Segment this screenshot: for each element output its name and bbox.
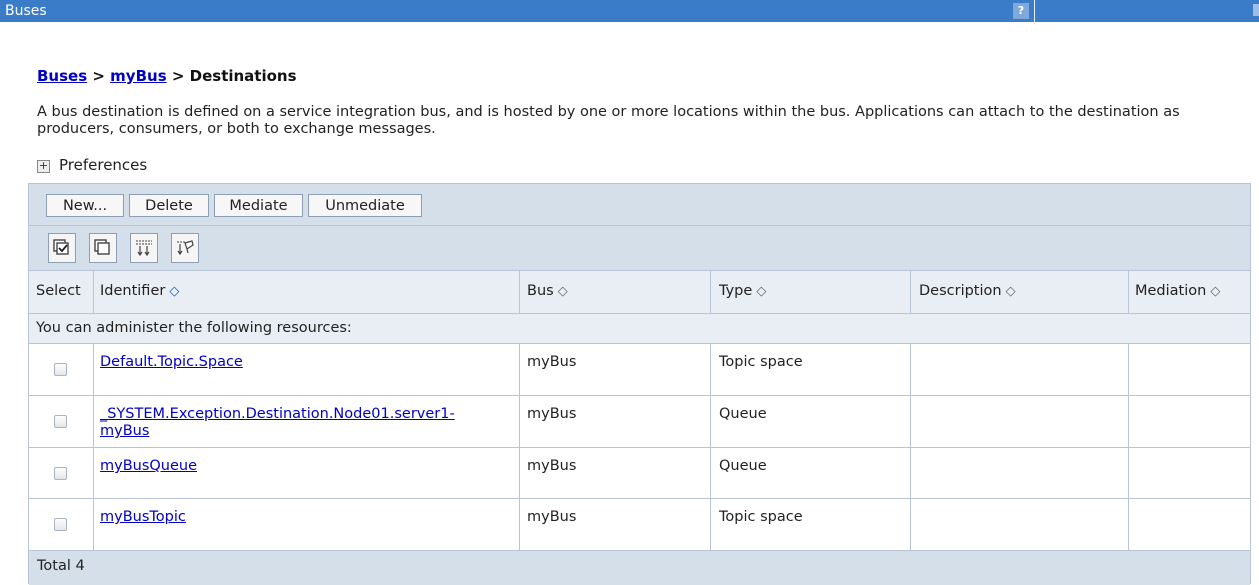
column-header-label[interactable]: Identifier bbox=[100, 283, 165, 299]
show-filter-icon[interactable] bbox=[130, 233, 158, 263]
deselect-all-icon[interactable] bbox=[89, 233, 117, 263]
column-header-identifier[interactable]: Identifier ◇ bbox=[100, 283, 179, 299]
column-divider bbox=[910, 271, 911, 314]
preferences-label[interactable]: Preferences bbox=[59, 156, 147, 174]
column-header-label[interactable]: Type bbox=[719, 283, 752, 299]
column-divider bbox=[1128, 344, 1129, 551]
window-title: Buses bbox=[5, 3, 47, 19]
table-row: _SYSTEM.Exception.Destination.Node01.ser… bbox=[29, 396, 1250, 448]
column-header-description[interactable]: Description ◇ bbox=[919, 283, 1016, 299]
row-checkbox[interactable] bbox=[54, 363, 67, 376]
sort-icon[interactable]: ◇ bbox=[1210, 284, 1220, 299]
column-header-label[interactable]: Description bbox=[919, 283, 1002, 299]
identifier-link[interactable]: _SYSTEM.Exception.Destination.Node01.ser… bbox=[100, 406, 455, 422]
window-title-bar: Buses ? bbox=[0, 0, 1259, 22]
type-cell: Topic space bbox=[719, 354, 803, 370]
column-divider bbox=[710, 344, 711, 551]
row-checkbox[interactable] bbox=[54, 518, 67, 531]
column-header-label[interactable]: Bus bbox=[527, 283, 554, 299]
column-divider bbox=[93, 344, 94, 551]
icon-toolbar bbox=[29, 226, 1250, 271]
breadcrumb-current: Destinations bbox=[189, 67, 297, 85]
bus-cell: myBus bbox=[527, 509, 577, 525]
destinations-panel: New... Delete Mediate Unmediate Select I… bbox=[28, 183, 1251, 585]
column-header-bus[interactable]: Bus ◇ bbox=[527, 283, 568, 299]
identifier-link[interactable]: Default.Topic.Space bbox=[100, 354, 243, 370]
bus-cell: myBus bbox=[527, 406, 577, 422]
admin-note: You can administer the following resourc… bbox=[36, 320, 352, 336]
table-row: Default.Topic.Space myBus Topic space bbox=[29, 344, 1250, 396]
bus-cell: myBus bbox=[527, 458, 577, 474]
row-checkbox[interactable] bbox=[54, 415, 67, 428]
button-toolbar: New... Delete Mediate Unmediate bbox=[29, 184, 1250, 226]
bus-cell: myBus bbox=[527, 354, 577, 370]
breadcrumb-separator: > bbox=[166, 67, 190, 85]
clear-filter-icon[interactable] bbox=[171, 233, 199, 263]
column-header-type[interactable]: Type ◇ bbox=[719, 283, 766, 299]
page-description: A bus destination is defined on a servic… bbox=[37, 104, 1180, 137]
breadcrumb-link-mybus[interactable]: myBus bbox=[110, 67, 166, 85]
mediate-button[interactable]: Mediate bbox=[214, 194, 303, 217]
total-count: Total 4 bbox=[37, 558, 85, 574]
row-checkbox[interactable] bbox=[54, 467, 67, 480]
column-divider bbox=[93, 271, 94, 314]
identifier-link[interactable]: myBusQueue bbox=[100, 458, 197, 474]
sort-icon[interactable]: ◇ bbox=[558, 284, 568, 299]
identifier-link-continued[interactable]: myBus bbox=[100, 423, 149, 439]
sort-icon[interactable]: ◇ bbox=[1006, 284, 1016, 299]
admin-note-row: You can administer the following resourc… bbox=[29, 314, 1250, 344]
table-footer: Total 4 bbox=[29, 551, 1250, 585]
select-all-icon[interactable] bbox=[48, 233, 76, 263]
sort-icon[interactable]: ◇ bbox=[169, 284, 179, 299]
column-divider bbox=[519, 271, 520, 314]
table-row: myBusQueue myBus Queue bbox=[29, 448, 1250, 499]
column-header-label[interactable]: Mediation bbox=[1135, 283, 1206, 299]
breadcrumb-link-buses[interactable]: Buses bbox=[37, 67, 87, 85]
help-icon[interactable]: ? bbox=[1013, 3, 1029, 19]
unmediate-button[interactable]: Unmediate bbox=[308, 194, 422, 217]
breadcrumb-separator: > bbox=[87, 67, 111, 85]
type-cell: Topic space bbox=[719, 509, 803, 525]
new-button[interactable]: New... bbox=[46, 194, 124, 217]
preferences-toggle[interactable]: + Preferences bbox=[37, 156, 147, 174]
delete-button[interactable]: Delete bbox=[129, 194, 209, 217]
table-row: myBusTopic myBus Topic space bbox=[29, 499, 1250, 551]
column-divider bbox=[519, 344, 520, 551]
column-divider bbox=[910, 344, 911, 551]
column-header-select: Select bbox=[36, 283, 81, 299]
column-header-mediation[interactable]: Mediation ◇ bbox=[1135, 283, 1220, 299]
title-bar-divider bbox=[1034, 0, 1035, 22]
type-cell: Queue bbox=[719, 406, 767, 422]
sort-icon[interactable]: ◇ bbox=[756, 284, 766, 299]
expand-icon[interactable]: + bbox=[37, 160, 50, 173]
column-divider bbox=[1128, 271, 1129, 314]
type-cell: Queue bbox=[719, 458, 767, 474]
table-header: Select Identifier ◇ Bus ◇ Type ◇ Descriptio… bbox=[29, 271, 1250, 314]
column-divider bbox=[710, 271, 711, 314]
breadcrumb: Buses > myBus > Destinations bbox=[37, 67, 297, 85]
identifier-link[interactable]: myBusTopic bbox=[100, 509, 186, 525]
title-bar-corner-icon bbox=[1253, 4, 1259, 16]
